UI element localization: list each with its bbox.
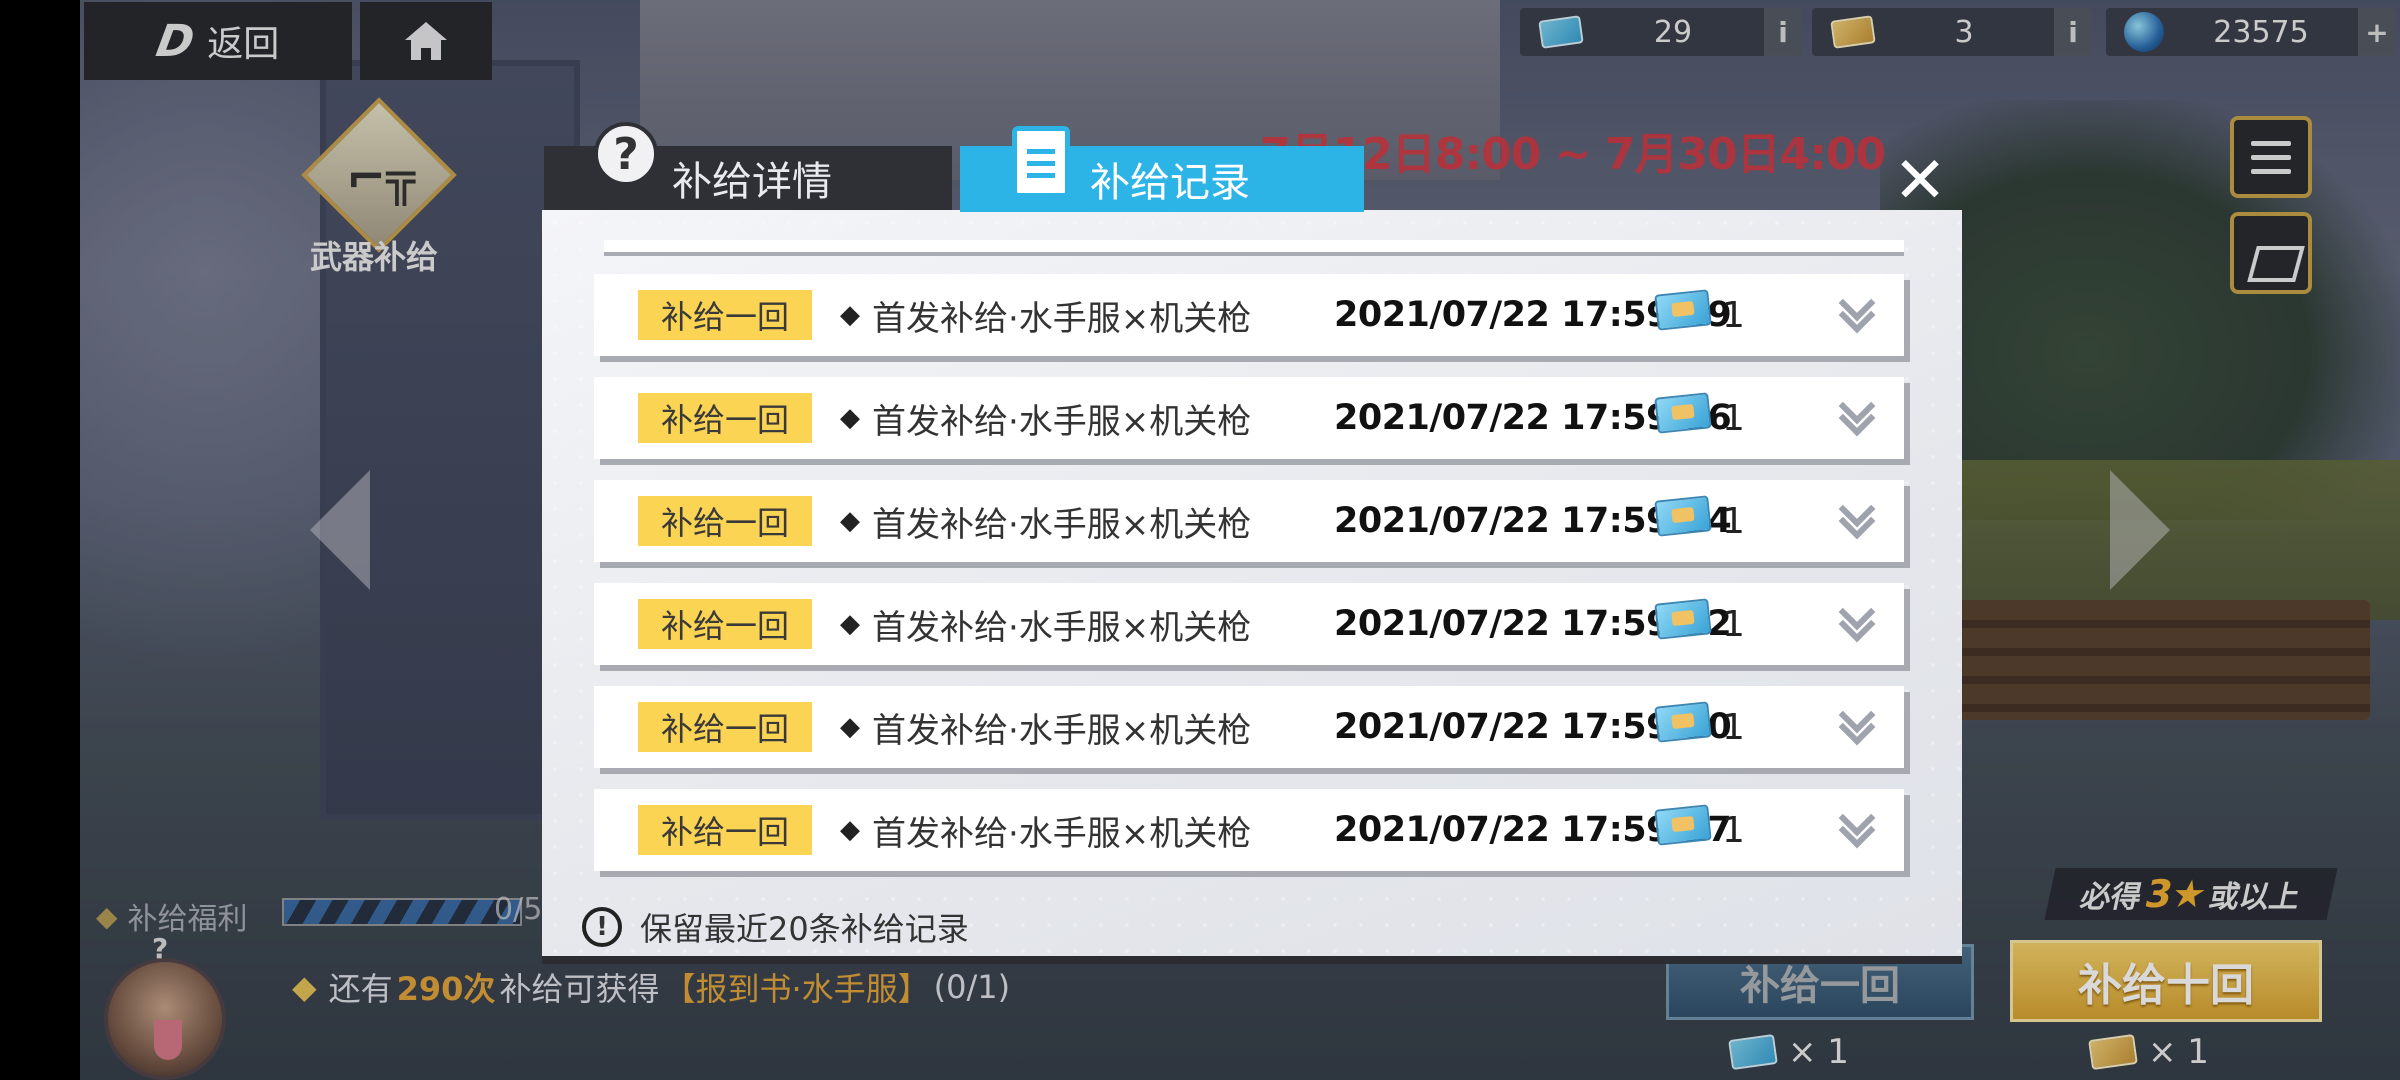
record-row: 补给一回 ◆ 首发补给·水手服×机关枪 2021/07/22 17:59:36 1 bbox=[594, 377, 1904, 459]
diamond-bullet-icon: ◆ bbox=[840, 712, 860, 742]
record-name: ◆ 首发补给·水手服×机关枪 bbox=[840, 813, 1252, 854]
record-row: 补给一回 ◆ 首发补给·水手服×机关枪 2021/07/22 17:59:34 1 bbox=[594, 480, 1904, 562]
diamond-bullet-icon: ◆ bbox=[840, 300, 860, 330]
record-type-badge: 补给一回 bbox=[638, 290, 812, 340]
record-name: ◆ 首发补给·水手服×机关枪 bbox=[840, 298, 1252, 339]
record-list[interactable]: 补给一回 ◆ 首发补给·水手服×机关枪 2021/07/22 17:59:49 1… bbox=[594, 274, 1904, 892]
record-row-partial bbox=[604, 240, 1904, 252]
chevron-down-icon[interactable] bbox=[1838, 397, 1878, 437]
chevron-down-icon[interactable] bbox=[1838, 500, 1878, 540]
record-retention-note: ! 保留最近20条补给记录 bbox=[582, 904, 969, 950]
record-type-badge: 补给一回 bbox=[638, 805, 812, 855]
tab-supply-records[interactable]: 补给记录 bbox=[960, 126, 1364, 212]
tab-label: 补给记录 bbox=[1090, 160, 1250, 206]
close-icon[interactable]: ✕ bbox=[1888, 149, 1952, 213]
blue-ticket-icon bbox=[1654, 392, 1712, 434]
blue-ticket-icon bbox=[1654, 289, 1712, 331]
clipboard-icon bbox=[1012, 126, 1070, 198]
record-name: ◆ 首发补给·水手服×机关枪 bbox=[840, 504, 1252, 545]
blue-ticket-icon bbox=[1654, 701, 1712, 743]
diamond-bullet-icon: ◆ bbox=[840, 815, 860, 845]
question-clipboard-icon: ? bbox=[594, 122, 658, 186]
tab-supply-details[interactable]: ? 补给详情 bbox=[544, 122, 952, 210]
chevron-down-icon[interactable] bbox=[1838, 603, 1878, 643]
blue-ticket-icon bbox=[1654, 598, 1712, 640]
record-quantity: 1 bbox=[1722, 500, 1745, 542]
record-name: ◆ 首发补给·水手服×机关枪 bbox=[840, 710, 1252, 751]
diamond-bullet-icon: ◆ bbox=[840, 403, 860, 433]
record-type-badge: 补给一回 bbox=[638, 496, 812, 546]
blue-ticket-icon bbox=[1654, 804, 1712, 846]
record-quantity: 1 bbox=[1722, 603, 1745, 645]
chevron-down-icon[interactable] bbox=[1838, 706, 1878, 746]
record-type-badge: 补给一回 bbox=[638, 393, 812, 443]
diamond-bullet-icon: ◆ bbox=[840, 609, 860, 639]
diamond-bullet-icon: ◆ bbox=[840, 506, 860, 536]
record-name: ◆ 首发补给·水手服×机关枪 bbox=[840, 401, 1252, 442]
record-row: 补给一回 ◆ 首发补给·水手服×机关枪 2021/07/22 17:59:30 1 bbox=[594, 686, 1904, 768]
chevron-down-icon[interactable] bbox=[1838, 294, 1878, 334]
exclamation-icon: ! bbox=[582, 907, 622, 947]
record-quantity: 1 bbox=[1722, 809, 1745, 851]
tab-label: 补给详情 bbox=[672, 159, 832, 205]
record-name: ◆ 首发补给·水手服×机关枪 bbox=[840, 607, 1252, 648]
chevron-down-icon[interactable] bbox=[1838, 809, 1878, 849]
record-type-badge: 补给一回 bbox=[638, 702, 812, 752]
record-quantity: 1 bbox=[1722, 397, 1745, 439]
note-text: 保留最近20条补给记录 bbox=[640, 910, 969, 948]
record-row: 补给一回 ◆ 首发补给·水手服×机关枪 2021/07/22 17:59:32 1 bbox=[594, 583, 1904, 665]
blue-ticket-icon bbox=[1654, 495, 1712, 537]
record-row: 补给一回 ◆ 首发补给·水手服×机关枪 2021/07/22 17:59:27 1 bbox=[594, 789, 1904, 871]
record-quantity: 1 bbox=[1722, 294, 1745, 336]
record-row: 补给一回 ◆ 首发补给·水手服×机关枪 2021/07/22 17:59:49 1 bbox=[594, 274, 1904, 356]
record-quantity: 1 bbox=[1722, 706, 1745, 748]
record-type-badge: 补给一回 bbox=[638, 599, 812, 649]
